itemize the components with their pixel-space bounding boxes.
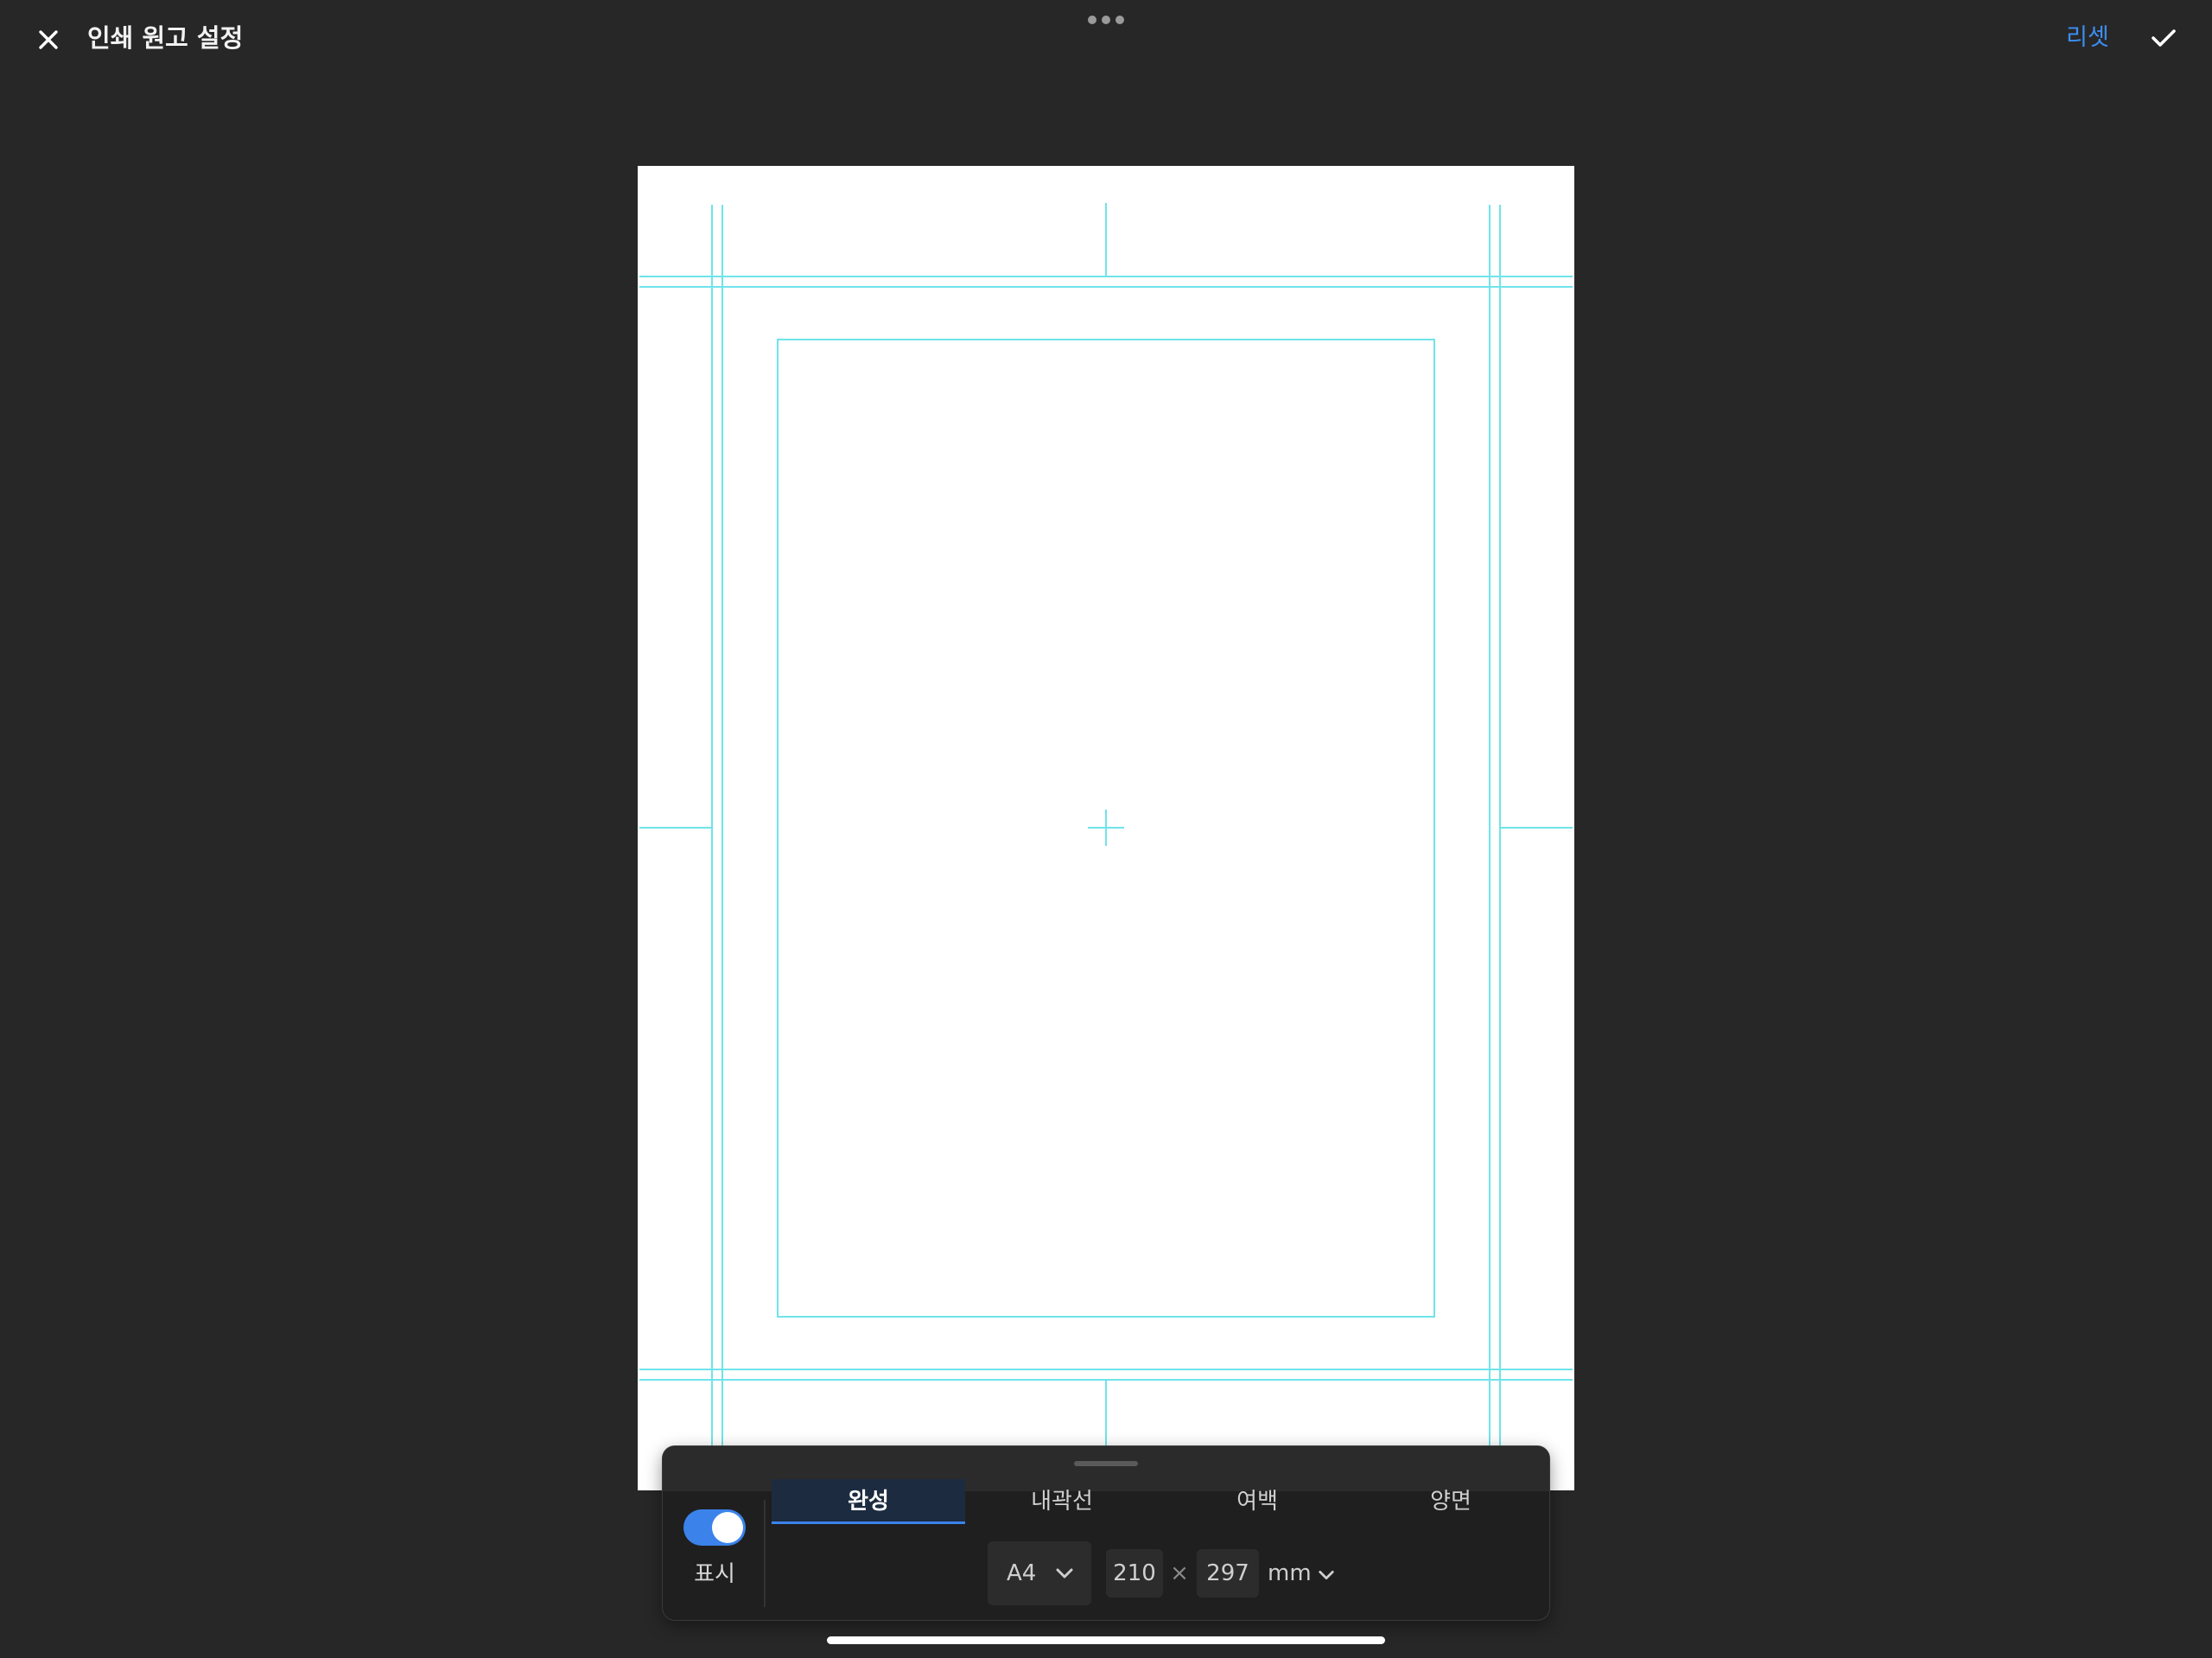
divider — [764, 1500, 766, 1607]
chevron-down-icon — [1319, 1571, 1334, 1579]
chevron-down-icon — [1056, 1568, 1073, 1579]
paper-size-value: A4 — [1007, 1560, 1037, 1586]
page-title: 인쇄 원고 설정 — [87, 23, 244, 53]
width-input[interactable]: 210 — [1106, 1549, 1163, 1598]
more-dots-icon — [1088, 16, 1124, 24]
drag-handle[interactable] — [1074, 1461, 1138, 1466]
tab-finished[interactable]: 완성 — [772, 1479, 965, 1524]
show-toggle-label: 표시 — [694, 1561, 735, 1587]
height-input[interactable]: 297 — [1197, 1549, 1259, 1598]
paper-size-select[interactable]: A4 — [988, 1541, 1091, 1605]
checkmark-icon — [2152, 29, 2176, 47]
print-canvas[interactable] — [638, 166, 1574, 1490]
manuscript-settings-panel: 표시 완성 내곽선 여백 양면 A4 210 × 297 mm — [663, 1446, 1549, 1620]
tab-duplex[interactable]: 양면 — [1354, 1479, 1548, 1524]
unit-select[interactable]: mm — [1266, 1549, 1344, 1598]
confirm-button[interactable] — [2141, 16, 2186, 60]
more-options-button[interactable] — [1080, 7, 1132, 33]
tab-inner-frame[interactable]: 내곽선 — [965, 1479, 1159, 1524]
times-sign: × — [1170, 1560, 1189, 1586]
unit-value: mm — [1268, 1560, 1312, 1586]
home-indicator[interactable] — [827, 1636, 1385, 1644]
top-bar: 인쇄 원고 설정 리셋 — [0, 0, 2212, 78]
trim-guides — [639, 203, 1573, 1453]
toggle-knob — [712, 1512, 743, 1543]
reset-button[interactable]: 리셋 — [2048, 19, 2127, 57]
tab-margin[interactable]: 여백 — [1160, 1479, 1354, 1524]
close-button[interactable] — [26, 17, 71, 62]
show-toggle[interactable] — [683, 1509, 746, 1546]
close-icon — [39, 30, 58, 49]
